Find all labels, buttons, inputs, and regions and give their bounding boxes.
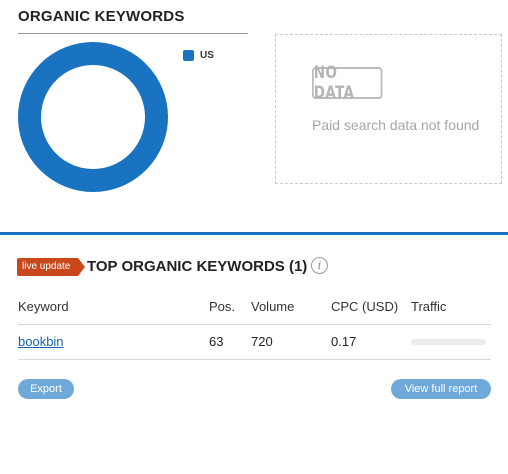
donut-slice-us [18, 42, 168, 192]
column-header-volume: Volume [251, 299, 295, 314]
column-header-traffic: Traffic [411, 299, 447, 314]
column-header-cpc: CPC (USD) [331, 299, 399, 314]
live-update-badge: live update [17, 258, 86, 276]
organic-keywords-donut-chart [18, 42, 168, 192]
view-full-report-button[interactable]: View full report [391, 379, 491, 399]
cell-volume: 720 [251, 334, 273, 349]
table-row-divider [18, 359, 491, 360]
paid-search-panel: NO DATA Paid search data not found [275, 34, 502, 184]
column-header-keyword: Keyword [18, 299, 69, 314]
top-organic-keywords-title: TOP ORGANIC KEYWORDS (1) [87, 258, 308, 275]
no-data-message: Paid search data not found [312, 117, 480, 133]
keyword-link[interactable]: bookbin [18, 334, 64, 349]
organic-keywords-title: ORGANIC KEYWORDS [18, 8, 185, 25]
table-header-divider [18, 324, 491, 325]
column-header-pos: Pos. [209, 299, 236, 314]
export-button[interactable]: Export [18, 379, 74, 399]
legend-label-us: US [200, 50, 214, 61]
organic-keywords-section: ORGANIC KEYWORDS US NO DATA Paid search … [0, 0, 508, 232]
no-data-badge: NO DATA [312, 63, 383, 103]
section-divider [0, 232, 508, 235]
info-icon[interactable]: i [311, 257, 328, 274]
donut-legend: US [183, 50, 214, 61]
traffic-bar [411, 339, 486, 345]
title-underline [18, 33, 248, 34]
legend-swatch-us [183, 50, 194, 61]
cell-cpc: 0.17 [331, 334, 357, 349]
cell-pos: 63 [209, 334, 224, 349]
